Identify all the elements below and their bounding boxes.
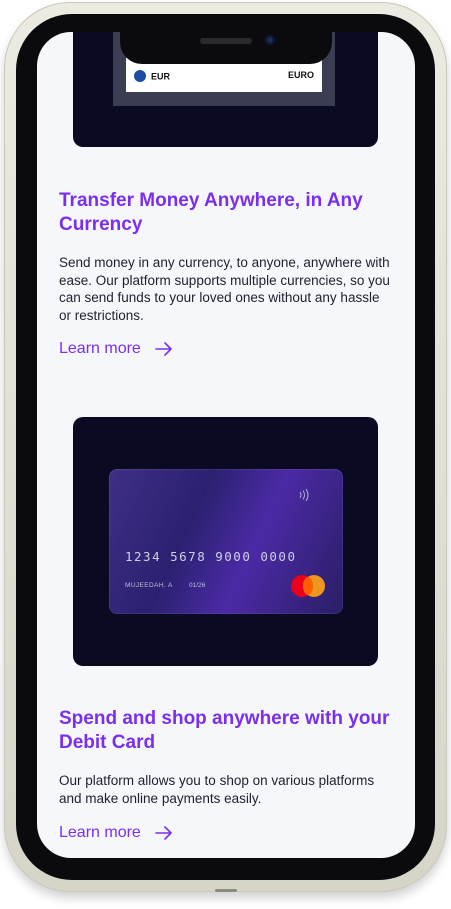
mastercard-logo xyxy=(291,575,327,597)
shop-learn-more-link[interactable]: Learn more xyxy=(59,822,173,844)
card-expiry: 01/26 xyxy=(189,582,206,589)
debit-card-panel: 1234 5678 9000 0000 MUJEEDAH. A 01/26 xyxy=(73,417,378,666)
side-button-bottom xyxy=(215,889,237,892)
transfer-description: Send money in any currency, to anyone, a… xyxy=(59,255,390,323)
debit-card: 1234 5678 9000 0000 MUJEEDAH. A 01/26 xyxy=(109,469,343,614)
phone-notch xyxy=(120,32,332,64)
card-number: 1234 5678 9000 0000 xyxy=(125,549,297,564)
arrow-right-icon xyxy=(155,342,172,356)
contactless-icon xyxy=(299,488,309,502)
arrow-right-icon xyxy=(155,826,172,840)
screen: EUR EURO Transfer Money Anywhere, in Any… xyxy=(37,32,415,858)
speaker-grille xyxy=(200,38,252,44)
front-camera xyxy=(265,35,275,45)
currency-left: EUR xyxy=(134,66,170,85)
currency-name: EURO xyxy=(287,70,314,80)
currency-code: EUR xyxy=(151,71,171,81)
transfer-heading: Transfer Money Anywhere, in Any Currency xyxy=(59,190,363,235)
learn-more-label: Learn more xyxy=(59,340,141,357)
learn-more-label: Learn more xyxy=(59,824,141,841)
shop-description: Our platform allows you to shop on vario… xyxy=(59,773,375,806)
card-holder-name: MUJEEDAH. A xyxy=(125,582,173,589)
shop-heading: Spend and shop anywhere with your Debit … xyxy=(59,708,390,753)
transfer-learn-more-link[interactable]: Learn more xyxy=(59,338,173,360)
euro-flag-icon xyxy=(134,70,146,82)
